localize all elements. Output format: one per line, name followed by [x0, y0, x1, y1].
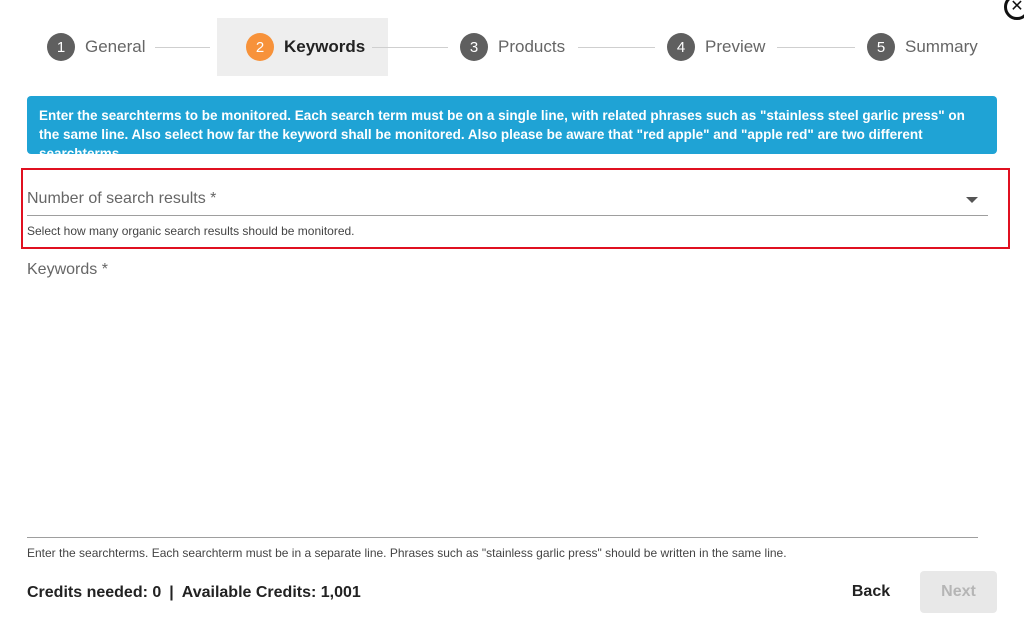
keywords-helper: Enter the searchterms. Each searchterm m… [27, 546, 787, 560]
step-number-icon: 3 [460, 33, 488, 61]
step-preview[interactable]: 4 Preview [655, 18, 777, 76]
keywords-label: Keywords * [27, 261, 108, 278]
step-number-icon: 4 [667, 33, 695, 61]
step-number-icon: 5 [867, 33, 895, 61]
step-label: Preview [705, 37, 766, 56]
step-number-icon: 2 [246, 33, 274, 61]
step-label: Products [498, 37, 566, 56]
step-connector [372, 47, 448, 48]
available-credits: Available Credits: 1,001 [181, 584, 361, 601]
keywords-textarea[interactable] [27, 284, 978, 538]
step-general[interactable]: 1 General [35, 18, 157, 76]
credits-needed: Credits needed: 0 [27, 584, 162, 601]
step-label: Keywords [284, 37, 366, 56]
stepper: 1 General 2 Keywords 3 Products 4 Previe… [0, 18, 1024, 76]
credits-summary: Credits needed: 0 | Available Credits: 1,0… [27, 584, 361, 602]
next-button[interactable]: Next [920, 571, 997, 613]
step-connector [578, 47, 655, 48]
step-summary[interactable]: 5 Summary [855, 18, 990, 76]
search-results-label: Number of search results * [27, 190, 217, 207]
step-connector [777, 47, 855, 48]
credits-separator: | [169, 584, 174, 601]
close-icon[interactable]: ✕ [1004, 0, 1024, 20]
step-label: Summary [905, 37, 978, 56]
search-results-helper: Select how many organic search results s… [27, 224, 355, 238]
step-label: General [85, 37, 146, 56]
back-button[interactable]: Back [840, 572, 902, 612]
info-banner: Enter the searchterms to be monitored. E… [27, 96, 997, 161]
step-number-icon: 1 [47, 33, 75, 61]
caret-down-icon[interactable] [966, 197, 978, 203]
step-products[interactable]: 3 Products [448, 18, 577, 76]
step-connector [155, 47, 210, 48]
search-results-select[interactable]: Number of search results * [27, 184, 988, 216]
step-keywords[interactable]: 2 Keywords [217, 18, 388, 76]
